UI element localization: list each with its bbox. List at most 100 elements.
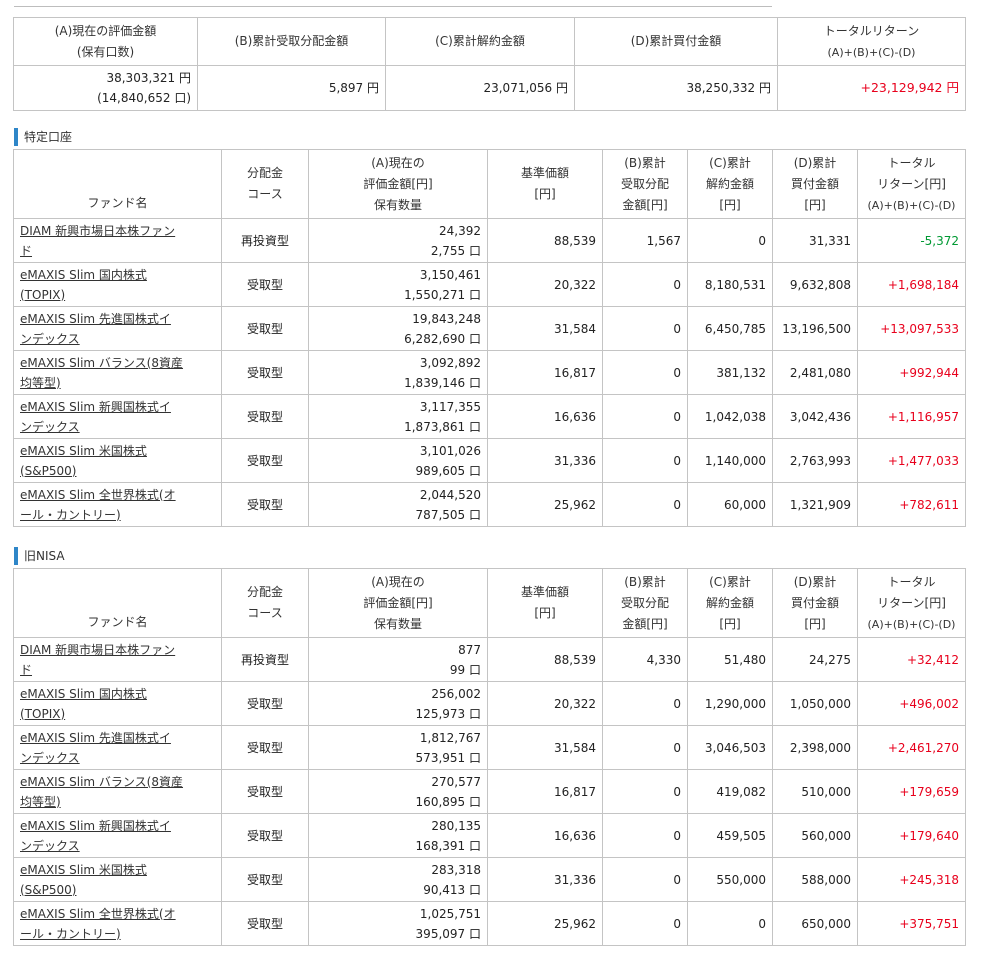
redemption-value: 0 (687, 218, 773, 263)
fund-name-link[interactable]: eMAXIS Slim 全世界株式(オ ール・カントリー) (13, 901, 222, 946)
redemption-value: 51,480 (687, 637, 773, 682)
total-return-value: -5,372 (857, 218, 966, 263)
fund-rows-tokutei: DIAM 新興市場日本株ファンド 再投資型 24,392 2,755 口 88,… (13, 218, 966, 527)
dividend-course: 受取型 (221, 725, 309, 770)
table-row: eMAXIS Slim 米国株式 (S&P500) 受取型 3,101,026 9… (13, 438, 966, 483)
table-row: eMAXIS Slim バランス(8資産 均等型) 受取型 270,577 160… (13, 769, 966, 814)
total-return-value: +13,097,533 (857, 306, 966, 351)
distribution-value: 0 (602, 262, 688, 307)
total-return-value: +992,944 (857, 350, 966, 395)
col-header-d: (D)累計 買付金額 [円] (772, 568, 858, 638)
dividend-course: 受取型 (221, 438, 309, 483)
redemption-value: 419,082 (687, 769, 773, 814)
redemption-value: 381,132 (687, 350, 773, 395)
valuation-and-units: 24,392 2,755 口 (308, 218, 488, 263)
col-header-c: (C)累計 解約金額 [円] (687, 568, 773, 638)
col-header-fund: ファンド名 (13, 568, 222, 638)
nav-value: 31,584 (487, 306, 603, 351)
summary-value-d: 38,250,332 円 (574, 65, 778, 111)
valuation-and-units: 3,150,461 1,550,271 口 (308, 262, 488, 307)
fund-name-link[interactable]: eMAXIS Slim 新興国株式イ ンデックス (13, 813, 222, 858)
purchase-value: 588,000 (772, 857, 858, 902)
fund-name-link[interactable]: eMAXIS Slim 新興国株式イ ンデックス (13, 394, 222, 439)
col-header-total: トータル リターン[円] (A)+(B)+(C)-(D) (857, 568, 966, 638)
distribution-value: 4,330 (602, 637, 688, 682)
purchase-value: 510,000 (772, 769, 858, 814)
table-row: eMAXIS Slim 国内株式 (TOPIX) 受取型 3,150,461 1,… (13, 262, 966, 307)
valuation-and-units: 3,092,892 1,839,146 口 (308, 350, 488, 395)
nav-value: 16,636 (487, 394, 603, 439)
nav-value: 31,336 (487, 438, 603, 483)
redemption-value: 1,290,000 (687, 681, 773, 726)
table-row: eMAXIS Slim 新興国株式イ ンデックス 受取型 280,135 168,… (13, 813, 966, 858)
dividend-course: 受取型 (221, 350, 309, 395)
fund-name-link[interactable]: eMAXIS Slim 全世界株式(オ ール・カントリー) (13, 482, 222, 527)
distribution-value: 0 (602, 306, 688, 351)
table-row: DIAM 新興市場日本株ファンド 再投資型 877 99 口 88,539 4,… (13, 637, 966, 682)
dividend-course: 受取型 (221, 306, 309, 351)
redemption-value: 1,140,000 (687, 438, 773, 483)
fund-name-link[interactable]: DIAM 新興市場日本株ファンド (13, 218, 222, 263)
fund-name-link[interactable]: eMAXIS Slim バランス(8資産 均等型) (13, 769, 222, 814)
fund-name-link[interactable]: eMAXIS Slim バランス(8資産 均等型) (13, 350, 222, 395)
valuation-and-units: 270,577 160,895 口 (308, 769, 488, 814)
section-title-tokutei: 特定口座 (14, 128, 72, 146)
nav-value: 88,539 (487, 637, 603, 682)
valuation-and-units: 1,812,767 573,951 口 (308, 725, 488, 770)
col-header-c: (C)累計 解約金額 [円] (687, 149, 773, 219)
fund-name-link[interactable]: eMAXIS Slim 米国株式 (S&P500) (13, 857, 222, 902)
valuation-and-units: 2,044,520 787,505 口 (308, 482, 488, 527)
purchase-value: 3,042,436 (772, 394, 858, 439)
fund-name-link[interactable]: eMAXIS Slim 国内株式 (TOPIX) (13, 681, 222, 726)
col-header-d: (D)累計 買付金額 [円] (772, 149, 858, 219)
purchase-value: 1,050,000 (772, 681, 858, 726)
fund-rows-old-nisa: DIAM 新興市場日本株ファンド 再投資型 877 99 口 88,539 4,… (13, 637, 966, 946)
total-return-value: +782,611 (857, 482, 966, 527)
col-header-b: (B)累計 受取分配 金額[円] (602, 149, 688, 219)
top-divider (14, 6, 772, 7)
purchase-value: 2,763,993 (772, 438, 858, 483)
total-return-value: +496,002 (857, 681, 966, 726)
summary-header-total: トータルリターン (A)+(B)+(C)-(D) (777, 17, 966, 66)
distribution-value: 1,567 (602, 218, 688, 263)
fund-table-tokutei: ファンド名 分配金 コース (A)現在の 評価金額[円] 保有数量 基準価額 [… (13, 149, 966, 527)
table-row: eMAXIS Slim 先進国株式イ ンデックス 受取型 19,843,248 6… (13, 306, 966, 351)
summary-header-a: (A)現在の評価金額 (保有口数) (13, 17, 198, 66)
redemption-value: 0 (687, 901, 773, 946)
nav-value: 20,322 (487, 681, 603, 726)
redemption-value: 550,000 (687, 857, 773, 902)
total-return-value: +245,318 (857, 857, 966, 902)
dividend-course: 受取型 (221, 394, 309, 439)
fund-table-old-nisa: ファンド名 分配金 コース (A)現在の 評価金額[円] 保有数量 基準価額 [… (13, 568, 966, 946)
fund-name-link[interactable]: eMAXIS Slim 先進国株式イ ンデックス (13, 306, 222, 351)
nav-value: 16,817 (487, 350, 603, 395)
total-return-value: +179,640 (857, 813, 966, 858)
dividend-course: 再投資型 (221, 637, 309, 682)
purchase-value: 31,331 (772, 218, 858, 263)
summary-value-b: 5,897 円 (197, 65, 386, 111)
table-row: eMAXIS Slim 新興国株式イ ンデックス 受取型 3,117,355 1,… (13, 394, 966, 439)
summary-header-c: (C)累計解約金額 (385, 17, 575, 66)
purchase-value: 560,000 (772, 813, 858, 858)
fund-name-link[interactable]: eMAXIS Slim 先進国株式イ ンデックス (13, 725, 222, 770)
redemption-value: 60,000 (687, 482, 773, 527)
col-header-nav: 基準価額 [円] (487, 568, 603, 638)
redemption-value: 1,042,038 (687, 394, 773, 439)
total-return-value: +1,477,033 (857, 438, 966, 483)
total-return-value: +1,116,957 (857, 394, 966, 439)
redemption-value: 3,046,503 (687, 725, 773, 770)
table-row: eMAXIS Slim 国内株式 (TOPIX) 受取型 256,002 125,… (13, 681, 966, 726)
fund-name-link[interactable]: eMAXIS Slim 国内株式 (TOPIX) (13, 262, 222, 307)
table-row: eMAXIS Slim バランス(8資産 均等型) 受取型 3,092,892 1… (13, 350, 966, 395)
fund-name-link[interactable]: DIAM 新興市場日本株ファンド (13, 637, 222, 682)
dividend-course: 受取型 (221, 769, 309, 814)
purchase-value: 2,398,000 (772, 725, 858, 770)
total-return-value: +32,412 (857, 637, 966, 682)
summary-value-total: +23,129,942 円 (777, 65, 966, 111)
redemption-value: 8,180,531 (687, 262, 773, 307)
nav-value: 16,636 (487, 813, 603, 858)
dividend-course: 受取型 (221, 857, 309, 902)
valuation-and-units: 877 99 口 (308, 637, 488, 682)
col-header-course: 分配金 コース (221, 149, 309, 219)
fund-name-link[interactable]: eMAXIS Slim 米国株式 (S&P500) (13, 438, 222, 483)
